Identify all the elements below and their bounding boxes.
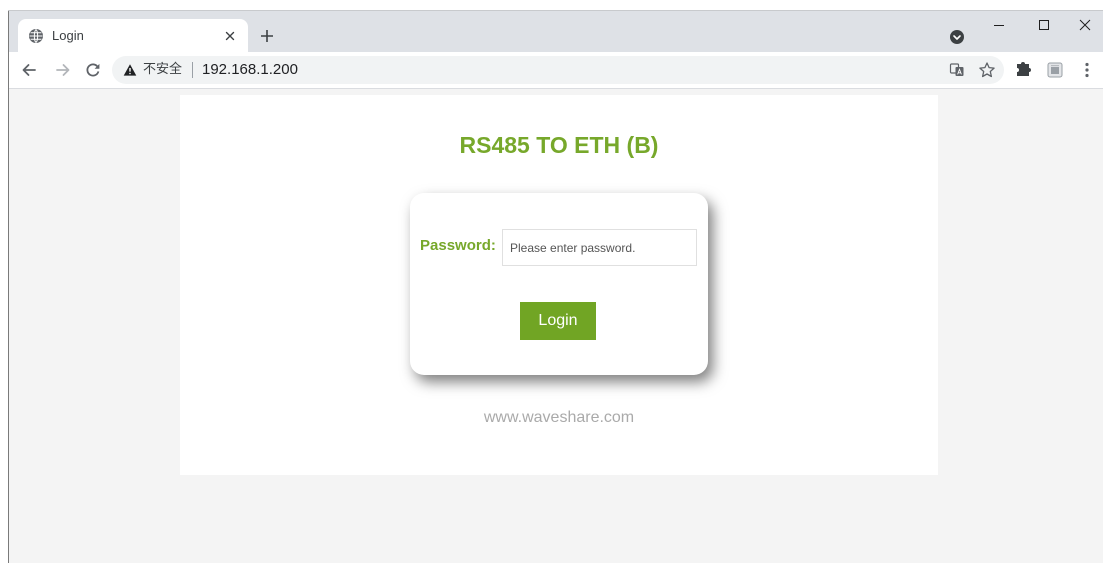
window-border-left	[8, 10, 9, 563]
back-arrow-icon	[22, 64, 36, 76]
security-status-label: 不安全	[143, 62, 183, 77]
address-bar[interactable]: 不安全 192.168.1.200	[112, 56, 1004, 84]
password-input[interactable]	[502, 229, 697, 266]
forward-button	[49, 56, 77, 84]
reload-button[interactable]	[79, 56, 107, 84]
tab-search-icon	[950, 30, 964, 44]
screen: Login 不安全 192.168.1.200 RS485 TO ETH (B)…	[0, 0, 1103, 563]
star-icon	[979, 62, 995, 78]
minimize-button[interactable]	[976, 10, 1021, 40]
password-label: Password:	[420, 237, 496, 254]
browser-menu-button[interactable]	[1073, 56, 1101, 84]
plus-icon	[261, 30, 273, 42]
minimize-icon	[993, 25, 1004, 26]
bookmark-button[interactable]	[978, 61, 996, 79]
extensions-button[interactable]	[1009, 56, 1037, 84]
translate-button[interactable]	[949, 62, 965, 78]
tab-strip: Login	[8, 10, 1103, 52]
login-button[interactable]: Login	[520, 302, 596, 340]
close-window-button[interactable]	[1066, 10, 1103, 40]
page-panel: RS485 TO ETH (B) Password: Login www.wav…	[180, 95, 938, 475]
footer-website: www.waveshare.com	[483, 409, 635, 426]
close-tab-icon[interactable]	[222, 28, 238, 44]
kebab-menu-icon	[1085, 62, 1089, 78]
tab-title: Login	[52, 28, 84, 43]
maximize-button[interactable]	[1021, 10, 1066, 40]
forward-arrow-icon	[56, 64, 70, 76]
window-border-top	[8, 10, 1103, 11]
url-text[interactable]: 192.168.1.200	[202, 56, 298, 84]
address-bar-row: 不安全 192.168.1.200	[123, 56, 298, 84]
pinned-extension-icon	[1047, 62, 1063, 78]
pinned-extension-button[interactable]	[1041, 56, 1069, 84]
page-title: RS485 TO ETH (B)	[459, 132, 659, 158]
browser-toolbar: 不安全 192.168.1.200	[8, 52, 1103, 89]
browser-window: Login 不安全 192.168.1.200 RS485 TO ETH (B)…	[8, 10, 1103, 563]
puzzle-icon	[1017, 62, 1031, 76]
tab-search-button[interactable]	[948, 28, 966, 46]
tab-login[interactable]: Login	[18, 19, 248, 52]
address-separator	[192, 62, 193, 78]
translate-icon	[949, 63, 964, 76]
maximize-icon	[1038, 20, 1049, 30]
close-window-icon	[1079, 19, 1090, 31]
reload-icon	[86, 63, 100, 77]
new-tab-button[interactable]	[257, 26, 277, 46]
globe-icon	[29, 29, 43, 43]
warning-icon	[123, 64, 137, 76]
login-card: Password: Login	[410, 193, 708, 375]
back-button[interactable]	[15, 56, 43, 84]
page-viewport: RS485 TO ETH (B) Password: Login www.wav…	[8, 89, 1103, 563]
site-info-button[interactable]: 不安全	[123, 56, 185, 84]
